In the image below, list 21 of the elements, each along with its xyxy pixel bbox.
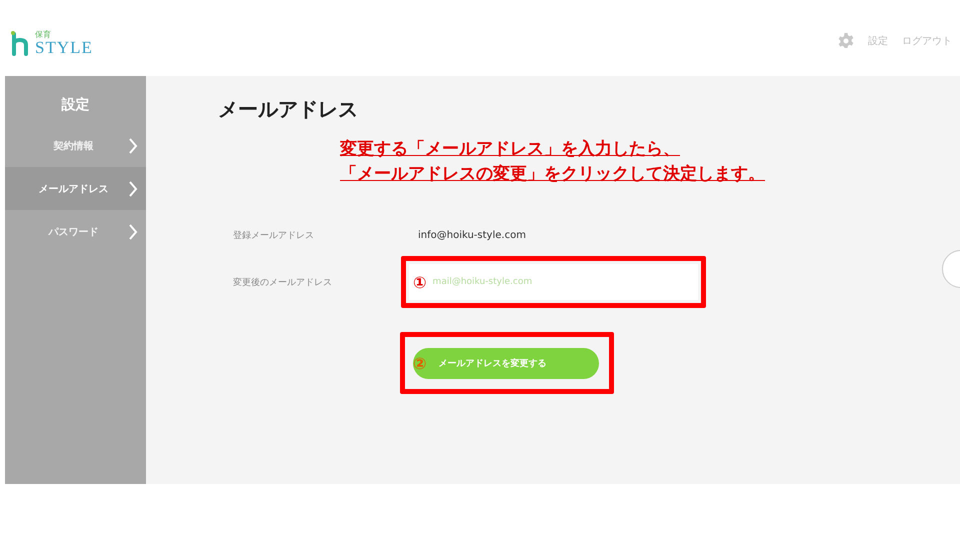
logo-subtitle: 保育 <box>35 31 52 39</box>
chevron-icon <box>128 136 138 154</box>
sidebar-item[interactable]: メールアドレス <box>5 167 146 210</box>
current-email: info@hoiku-style.com <box>418 230 527 241</box>
chevron-icon <box>128 222 138 240</box>
page-title: メールアドレス <box>218 96 359 123</box>
sidebar-title: 設定 <box>60 96 90 115</box>
sidebar-item[interactable]: パスワード <box>5 210 146 253</box>
settings-icon[interactable] <box>838 33 854 49</box>
settings-link[interactable]: 設定 <box>868 34 888 48</box>
logout-link[interactable]: ログアウト <box>902 34 952 48</box>
sidebar-item[interactable]: 契約情報 <box>5 124 146 167</box>
email-field[interactable]: ① mail@hoiku-style.com <box>409 264 698 300</box>
logo-text: STYLE <box>35 39 93 56</box>
field-label: 変更後のメールアドレス <box>232 276 333 288</box>
step-marker: ① <box>413 272 427 292</box>
email-input-field[interactable]: mail@hoiku-style.com <box>432 264 698 300</box>
chevron-icon <box>128 180 138 198</box>
field-label: 登録メールアドレス <box>232 230 315 242</box>
instruction-note: 変更する「メールアドレス」を入力したら、 「メールアドレスの変更」をクリックして決定します。 <box>340 138 766 186</box>
change-email-button[interactable]: ② メールアドレスを変更する <box>413 348 599 378</box>
